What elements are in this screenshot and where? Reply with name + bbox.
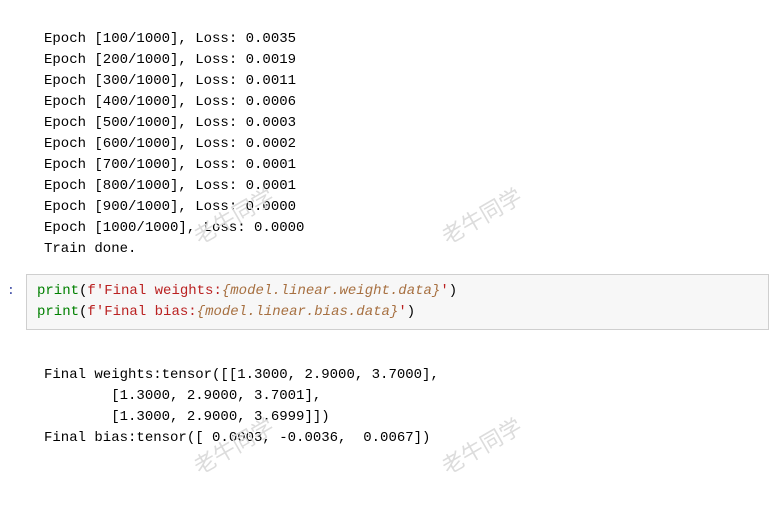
code-line-2: print(f'Final bias:{model.linear.bias.da… [37,302,758,323]
code-token: { [222,283,230,299]
output-line: Final weights:tensor([[1.3000, 2.9000, 3… [44,367,439,383]
code-token: 'Final bias: [96,304,197,320]
output-line: Epoch [700/1000], Loss: 0.0001 [44,157,296,173]
code-token: ' [440,283,448,299]
code-token: ) [407,304,415,320]
output-line: Epoch [1000/1000], Loss: 0.0000 [44,220,304,236]
output-line: Epoch [300/1000], Loss: 0.0011 [44,73,296,89]
output-line: Train done. [44,241,136,257]
code-token: ' [398,304,406,320]
output-line: [1.3000, 2.9000, 3.6999]]) [44,409,330,425]
cell-prompt: : [7,281,15,301]
output-line: Epoch [400/1000], Loss: 0.0006 [44,94,296,110]
output-line: Epoch [200/1000], Loss: 0.0019 [44,52,296,68]
code-token: print [37,304,79,320]
code-token: { [197,304,205,320]
code-token: model.linear.weight.data [230,283,432,299]
code-token: model.linear.bias.data [205,304,390,320]
code-line-1: print(f'Final weights:{model.linear.weig… [37,281,758,302]
output-line: Epoch [500/1000], Loss: 0.0003 [44,115,296,131]
code-token: 'Final weights: [96,283,222,299]
output-line: [1.3000, 2.9000, 3.7001], [44,388,321,404]
output-line: Epoch [900/1000], Loss: 0.0000 [44,199,296,215]
code-cell[interactable]: : print(f'Final weights:{model.linear.we… [26,274,769,330]
final-output-block: Final weights:tensor([[1.3000, 2.9000, 3… [0,336,783,457]
training-output-block: Epoch [100/1000], Loss: 0.0035 Epoch [20… [0,0,783,268]
output-line: Epoch [600/1000], Loss: 0.0002 [44,136,296,152]
code-token: f [87,283,95,299]
output-line: Epoch [800/1000], Loss: 0.0001 [44,178,296,194]
code-token: print [37,283,79,299]
output-line: Epoch [100/1000], Loss: 0.0035 [44,31,296,47]
code-token: ) [449,283,457,299]
code-token: f [87,304,95,320]
output-line: Final bias:tensor([ 0.0003, -0.0036, 0.0… [44,430,430,446]
